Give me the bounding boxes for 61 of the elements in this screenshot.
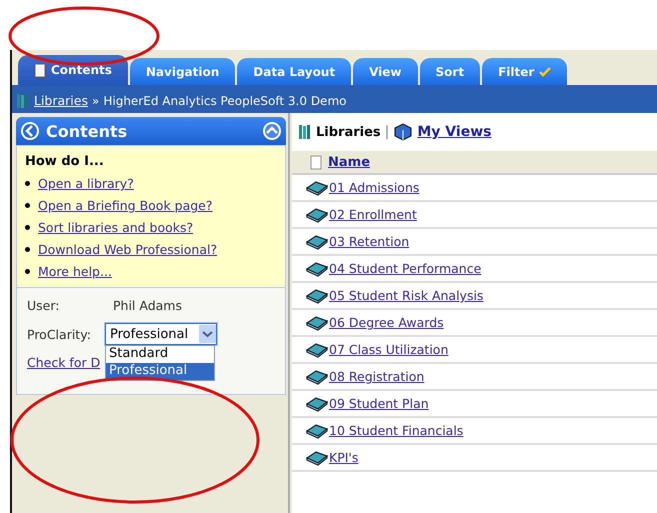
book-icon — [306, 288, 328, 304]
help-link[interactable]: Download Web Professional? — [38, 242, 218, 257]
user-name: Phil Adams — [113, 298, 182, 313]
library-link[interactable]: 06 Degree Awards — [329, 315, 444, 330]
book-icon — [306, 314, 328, 330]
bullet-icon — [25, 247, 30, 252]
book-icon — [306, 368, 328, 384]
library-link[interactable]: 04 Student Performance — [329, 261, 482, 276]
separator: | — [384, 124, 390, 140]
book-icon — [306, 396, 328, 412]
book-icon — [306, 450, 328, 466]
library-link[interactable]: 09 Student Plan — [329, 396, 429, 411]
document-icon — [310, 154, 322, 170]
user-label: User: — [27, 298, 60, 313]
check-link[interactable]: Check for D — [27, 355, 100, 370]
proclarity-label: ProClarity: — [27, 326, 92, 342]
collapse-icon[interactable] — [262, 121, 282, 141]
tab[interactable]: Contents — [18, 55, 128, 85]
help-link[interactable]: Open a library? — [38, 176, 134, 191]
book-icon — [306, 206, 328, 222]
tab[interactable]: Filter — [482, 58, 568, 85]
help-link[interactable]: Sort libraries and books? — [38, 220, 194, 235]
bullet-icon — [25, 181, 30, 186]
book-icon — [306, 260, 328, 276]
panel-title: Contents — [46, 122, 128, 140]
cube-icon — [393, 123, 414, 141]
tab[interactable]: Data Layout — [237, 58, 352, 85]
book-icon — [306, 234, 328, 250]
book-icon — [306, 180, 328, 196]
breadcrumb-separator: » — [92, 94, 100, 108]
library-link[interactable]: 10 Student Financials — [329, 423, 464, 438]
column-header[interactable]: Name — [328, 154, 370, 170]
edition-dropdown[interactable]: Professional — [105, 323, 217, 345]
help-title: How do I... — [25, 154, 105, 169]
libraries-label: Libraries — [316, 124, 381, 140]
library-link[interactable]: 03 Retention — [329, 234, 410, 249]
library-link[interactable]: 02 Enrollment — [329, 207, 417, 222]
my-views-link[interactable]: My Views — [417, 124, 492, 140]
books-icon — [16, 92, 30, 108]
library-link[interactable]: 01 Admissions — [329, 180, 420, 195]
bullet-icon — [25, 269, 30, 274]
tab[interactable]: View — [353, 58, 418, 85]
document-icon — [34, 62, 46, 78]
back-icon[interactable] — [20, 121, 40, 141]
help-link[interactable]: Open a Briefing Book page? — [38, 198, 213, 213]
books-icon — [298, 124, 312, 140]
dropdown-option[interactable]: Professional — [106, 363, 214, 380]
breadcrumb-current: HigherEd Analytics PeopleSoft 3.0 Demo — [103, 94, 346, 108]
book-icon — [306, 342, 328, 358]
library-link[interactable]: 08 Registration — [329, 369, 424, 384]
help-link[interactable]: More help... — [38, 264, 112, 279]
book-icon — [306, 422, 328, 438]
tab[interactable]: Navigation — [130, 58, 236, 85]
bullet-icon — [25, 225, 30, 230]
breadcrumb-link[interactable]: Libraries — [34, 93, 88, 108]
library-link[interactable]: 07 Class Utilization — [329, 342, 448, 357]
library-link[interactable]: KPI's — [329, 450, 358, 465]
library-link[interactable]: 05 Student Risk Analysis — [329, 288, 484, 303]
bullet-icon — [25, 203, 30, 208]
tab[interactable]: Sort — [420, 58, 480, 85]
checkmark-icon — [539, 66, 552, 76]
